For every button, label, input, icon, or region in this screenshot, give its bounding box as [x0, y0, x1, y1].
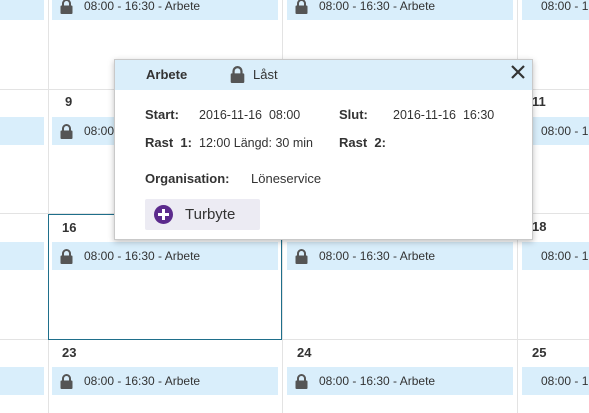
calendar-event[interactable]: 08:00 - 16:30 - Arbete — [287, 367, 513, 395]
lock-icon — [60, 0, 73, 14]
lock-icon — [295, 249, 308, 264]
calendar-event[interactable]: 08:00 - 16:30 - Arbete — [522, 0, 589, 20]
lock-icon — [60, 374, 73, 389]
lock-status: Låst — [253, 67, 278, 82]
calendar-event[interactable] — [0, 0, 44, 20]
event-label: 08:00 - 16:30 - Arbete — [319, 0, 436, 13]
organisation-value: Löneservice — [251, 171, 322, 186]
start-label: Start: — [145, 107, 179, 122]
event-label: 08:00 - 16:30 - Arbete — [541, 124, 589, 138]
day-number: 24 — [297, 345, 312, 360]
organisation-label: Organisation: — [145, 171, 230, 186]
end-label: Slut: — [339, 107, 368, 122]
day-number: 18 — [532, 219, 547, 234]
event-label: 08:00 - 16:30 - Arbete — [84, 0, 201, 13]
popup-header: Arbete Låst — [115, 60, 532, 90]
start-value: 2016-11-16 08:00 — [199, 108, 301, 122]
calendar-event[interactable]: 08:00 - 16:30 - Arbete — [522, 242, 589, 270]
lock-icon — [230, 66, 245, 83]
rast2-label: Rast 2: — [339, 135, 386, 150]
day-number: 11 — [532, 94, 546, 109]
turbyte-label: Turbyte — [185, 206, 236, 223]
event-label: 08:00 - 16:30 - Arbete — [319, 249, 436, 263]
lock-icon — [60, 124, 73, 139]
lock-icon — [295, 0, 308, 14]
event-label: 08:00 - 16:30 - Arbete — [541, 374, 589, 388]
popup-title: Arbete — [146, 67, 188, 82]
day-number: 25 — [532, 345, 547, 360]
calendar-event[interactable]: 08:00 - 16:30 - Arbete — [287, 242, 513, 270]
calendar-event[interactable]: 08:00 - 16:30 - Arbete — [52, 0, 278, 20]
calendar-event[interactable] — [0, 367, 44, 395]
rast1-value: 12:00 Längd: 30 min — [199, 136, 313, 150]
event-label: 08:00 - 16:30 - Arbete — [319, 374, 436, 388]
shift-details-popup: Arbete Låst Start: 2016-11-16 08:00 Slut… — [114, 59, 533, 240]
lock-icon — [60, 249, 73, 264]
event-label: 08:00 - 16:30 - Arbete — [84, 374, 201, 388]
lock-icon — [295, 374, 308, 389]
rast1-label: Rast 1: — [145, 135, 192, 150]
event-label: 08:00 - 16:30 - Arbete — [541, 0, 589, 13]
day-number: 16 — [62, 220, 77, 235]
event-label: 08:00 - 16:30 - Arbete — [84, 249, 201, 263]
turbyte-button[interactable]: Turbyte — [145, 199, 260, 230]
calendar-event[interactable] — [0, 242, 44, 270]
calendar-event[interactable]: 08:00 - 16:30 - Arbete — [522, 367, 589, 395]
plus-circle-icon — [154, 205, 173, 224]
calendar-event[interactable] — [0, 117, 44, 145]
calendar-event[interactable]: 08:00 - 16:30 - Arbete — [287, 0, 513, 20]
day-number: 23 — [62, 345, 77, 360]
end-value: 2016-11-16 16:30 — [393, 108, 495, 122]
calendar-event[interactable]: 08:00 - 16:30 - Arbete — [52, 367, 278, 395]
calendar-event[interactable]: 08:00 - 16:30 - Arbete — [52, 242, 278, 270]
event-label: 08:00 - 16:30 - Arbete — [541, 249, 589, 263]
close-icon[interactable] — [508, 62, 528, 82]
day-number: 9 — [65, 94, 73, 109]
